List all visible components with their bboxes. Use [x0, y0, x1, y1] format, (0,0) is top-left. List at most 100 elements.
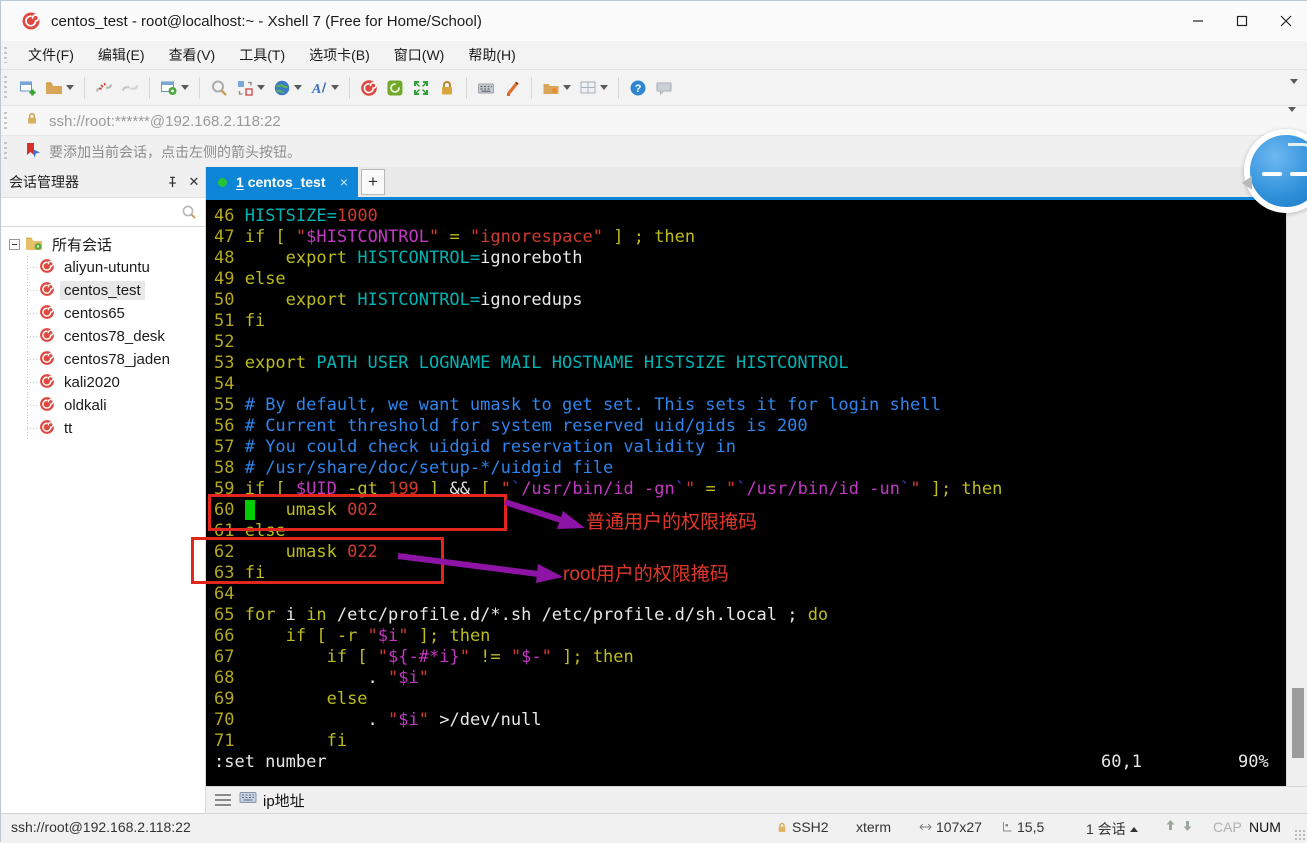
menu-item[interactable]: 选项卡(B): [300, 42, 379, 68]
session-search-input[interactable]: [1, 198, 205, 227]
terminal-line: 67 if [ "${-#*i}" != "$-" ]; then: [214, 647, 634, 667]
status-protocol: SSH2: [776, 819, 829, 835]
lock-icon[interactable]: [434, 74, 460, 102]
menu-item[interactable]: 工具(T): [230, 42, 294, 68]
session-manager-header: 会话管理器 ✕: [1, 167, 205, 198]
properties-icon[interactable]: [156, 74, 193, 102]
arrow-up-icon[interactable]: [1164, 819, 1177, 832]
sidebar-item-centos_test[interactable]: centos_test: [1, 279, 205, 302]
session-label: aliyun-utuntu: [64, 259, 150, 276]
tab-centos-test[interactable]: 1 centos_test ×: [206, 167, 358, 197]
close-button[interactable]: [1264, 1, 1307, 41]
sidebar-item-all-sessions[interactable]: 所有会话: [1, 233, 205, 256]
menu-item[interactable]: 窗口(W): [385, 42, 454, 68]
tab-close-icon[interactable]: ×: [340, 174, 348, 190]
quick-command-label[interactable]: ip地址: [263, 790, 305, 811]
dropdown-caret-icon[interactable]: [294, 85, 302, 90]
session-dropdown-icon[interactable]: [1129, 826, 1138, 832]
widget-collapse-icon[interactable]: [1242, 176, 1252, 190]
disconnect-icon[interactable]: [91, 74, 117, 102]
reconnect-icon[interactable]: [117, 74, 143, 102]
menu-item[interactable]: 查看(V): [160, 42, 225, 68]
menu-item[interactable]: 帮助(H): [459, 42, 524, 68]
collapse-icon[interactable]: [9, 239, 20, 250]
minimize-button[interactable]: [1176, 1, 1220, 41]
open-folder-icon[interactable]: [41, 74, 78, 102]
sidebar-item-centos65[interactable]: centos65: [1, 302, 205, 325]
tile-windows-icon[interactable]: [575, 74, 612, 102]
menu-item[interactable]: 文件(F): [19, 42, 83, 68]
keyboard-icon[interactable]: [473, 74, 499, 102]
new-folder-icon[interactable]: [538, 74, 575, 102]
sidebar-item-kali2020[interactable]: kali2020: [1, 371, 205, 394]
highlighter-icon[interactable]: [499, 74, 525, 102]
position-icon: [1003, 822, 1012, 832]
status-session-count[interactable]: 1 会话: [1086, 819, 1138, 839]
terminal-cursor: [244, 500, 255, 520]
close-panel-icon[interactable]: ✕: [183, 171, 205, 193]
encoding-globe-icon[interactable]: [269, 74, 306, 102]
toolbar-grip: [4, 47, 7, 63]
layout-icon[interactable]: [232, 74, 269, 102]
fullscreen-icon[interactable]: [408, 74, 434, 102]
find-icon[interactable]: [206, 74, 232, 102]
new-session-icon[interactable]: [15, 74, 41, 102]
dropdown-caret-icon[interactable]: [66, 85, 74, 90]
terminal-line: 68 . "$i": [214, 668, 429, 688]
new-tab-button[interactable]: +: [361, 169, 385, 195]
widget-dash: [1290, 172, 1307, 176]
terminal-line: 60 umask 002: [214, 500, 378, 520]
lock-icon: [25, 111, 39, 131]
info-message: 要添加当前会话，点击左侧的箭头按钮。: [49, 144, 301, 160]
session-manager-panel: 会话管理器 ✕ 所有会话 aliyun-utuntu centos_test cen…: [1, 167, 206, 813]
window-title: centos_test - root@localhost:~ - Xshell …: [51, 12, 482, 30]
tab-bar: 1 centos_test × +: [206, 167, 1307, 197]
address-url[interactable]: ssh://root:******@192.168.2.118:22: [49, 113, 281, 130]
dropdown-caret-icon[interactable]: [257, 85, 265, 90]
sidebar-item-centos78_jaden[interactable]: centos78_jaden: [1, 348, 205, 371]
resize-grip[interactable]: [1294, 829, 1306, 841]
sidebar-item-centos78_desk[interactable]: centos78_desk: [1, 325, 205, 348]
feedback-icon[interactable]: [651, 74, 677, 102]
session-icon: [39, 396, 55, 416]
svg-text:A: A: [311, 82, 321, 97]
dropdown-caret-icon[interactable]: [331, 85, 339, 90]
arrow-down-icon[interactable]: [1181, 819, 1194, 832]
toolbar-overflow-icon[interactable]: [1287, 79, 1298, 102]
toolbar-separator: [84, 76, 85, 99]
terminal-line: 49 else: [214, 269, 286, 289]
dropdown-caret-icon[interactable]: [563, 85, 571, 90]
sidebar-item-tt[interactable]: tt: [1, 417, 205, 440]
sidebar-item-oldkali[interactable]: oldkali: [1, 394, 205, 417]
terminal-scrollbar[interactable]: [1286, 200, 1307, 786]
xftp-icon[interactable]: [382, 74, 408, 102]
xshell-icon[interactable]: [356, 74, 382, 102]
info-bar: 要添加当前会话，点击左侧的箭头按钮。: [1, 135, 1307, 168]
terminal-line: 63 fi: [214, 563, 266, 583]
sidebar-item-aliyun-utuntu[interactable]: aliyun-utuntu: [1, 256, 205, 279]
quick-command-bar: ip地址: [206, 786, 1307, 813]
keyboard-icon[interactable]: [239, 790, 257, 810]
help-icon[interactable]: ?: [625, 74, 651, 102]
menu-item[interactable]: 编辑(E): [89, 42, 154, 68]
scrollbar-thumb[interactable]: [1292, 688, 1304, 758]
pin-icon[interactable]: [161, 171, 183, 193]
terminal-line: 50 export HISTCONTROL=ignoredups: [214, 290, 583, 310]
svg-text:?: ?: [635, 83, 642, 95]
address-dropdown-icon[interactable]: [1285, 107, 1296, 130]
terminal[interactable]: 46 HISTSIZE=1000 47 if [ "$HISTCONTROL" =…: [206, 200, 1286, 786]
terminal-line: 64: [214, 584, 245, 604]
dropdown-caret-icon[interactable]: [181, 85, 189, 90]
address-bar[interactable]: ssh://root:******@192.168.2.118:22: [1, 105, 1307, 136]
scroll-buttons[interactable]: [1164, 819, 1194, 832]
menu-icon[interactable]: [215, 794, 231, 806]
dropdown-caret-icon[interactable]: [600, 85, 608, 90]
maximize-button[interactable]: [1220, 1, 1264, 41]
connected-status-icon: [218, 177, 227, 187]
xshell-app-icon: [21, 11, 41, 31]
widget-dash: [1262, 172, 1282, 176]
session-label: oldkali: [64, 397, 107, 414]
session-icon: [39, 304, 55, 324]
font-icon[interactable]: A: [306, 74, 343, 102]
terminal-line: 53 export PATH USER LOGNAME MAIL HOSTNAM…: [214, 353, 849, 373]
